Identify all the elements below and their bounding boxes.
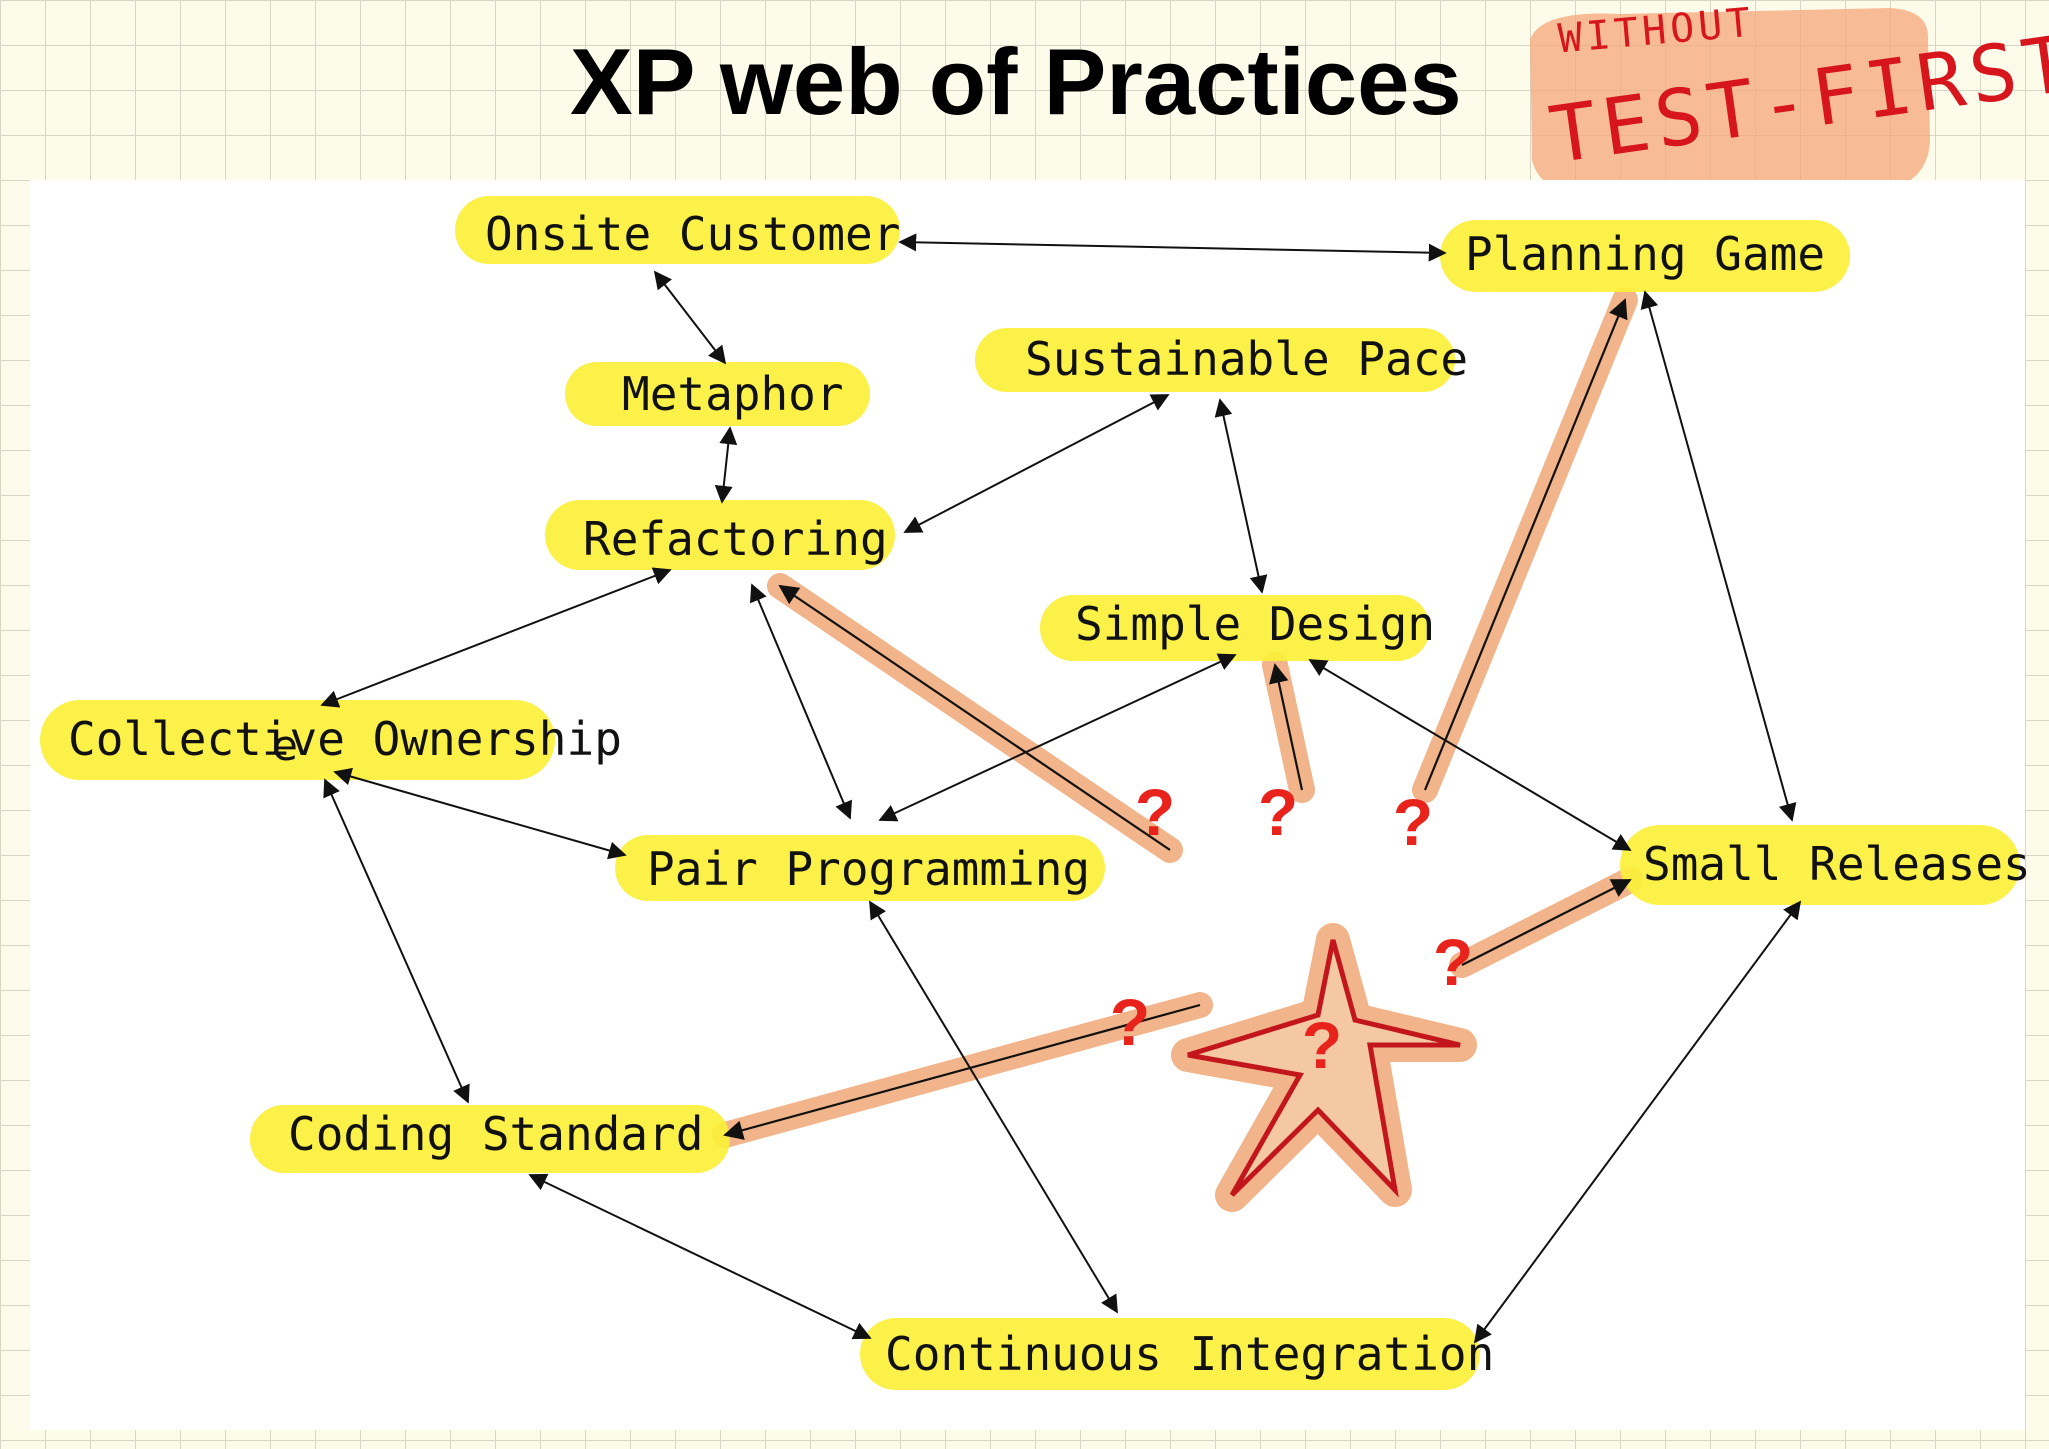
question-mark-planning: ? [1393, 785, 1433, 859]
question-mark-small: ? [1433, 925, 1473, 999]
node-label-ci: Continuous Integration [885, 1327, 1494, 1381]
edge-refactoring-collective [320, 567, 672, 708]
edge-pair-ci [869, 900, 1118, 1314]
edge-pace-refactoring [903, 394, 1170, 533]
node-label-metaphor: Metaphor [622, 367, 844, 421]
question-mark-coding: ? [1110, 985, 1150, 1059]
node-label-planning: Planning Game [1465, 227, 1825, 281]
node-label-collective: Collective Ownership [68, 712, 622, 766]
node-label-coding: Coding Standard [288, 1107, 703, 1161]
question-mark-missing-practice: ? [1302, 1008, 1342, 1082]
practices-diagram: Onsite Customer Planning Game Metaphor Sust… [40, 196, 2031, 1390]
stray-handwritten-e: e [272, 721, 298, 770]
node-label-simple: Simple Design [1075, 597, 1435, 651]
edge-onsite-planning [898, 233, 1447, 262]
edge-planning-small [1640, 290, 1797, 822]
node-label-pace: Sustainable Pace [1025, 332, 1468, 386]
edge-metaphor-refactoring [714, 426, 738, 504]
edge-onsite-metaphor [653, 270, 727, 365]
node-label-refactoring: Refactoring [583, 512, 888, 566]
missing-link-arrow-small [1461, 879, 1632, 966]
question-mark-refactoring: ? [1135, 775, 1175, 849]
edge-collective-coding [323, 778, 470, 1104]
edge-pace-simple [1214, 398, 1268, 594]
edge-collective-pair [333, 767, 627, 860]
node-label-small: Small Releases [1643, 837, 2031, 891]
node-label-onsite: Onsite Customer [485, 207, 900, 261]
edge-coding-ci [528, 1173, 872, 1340]
edge-small-ci [1473, 900, 1802, 1344]
node-label-pair: Pair Programming [647, 842, 1090, 896]
question-mark-simple: ? [1258, 775, 1298, 849]
